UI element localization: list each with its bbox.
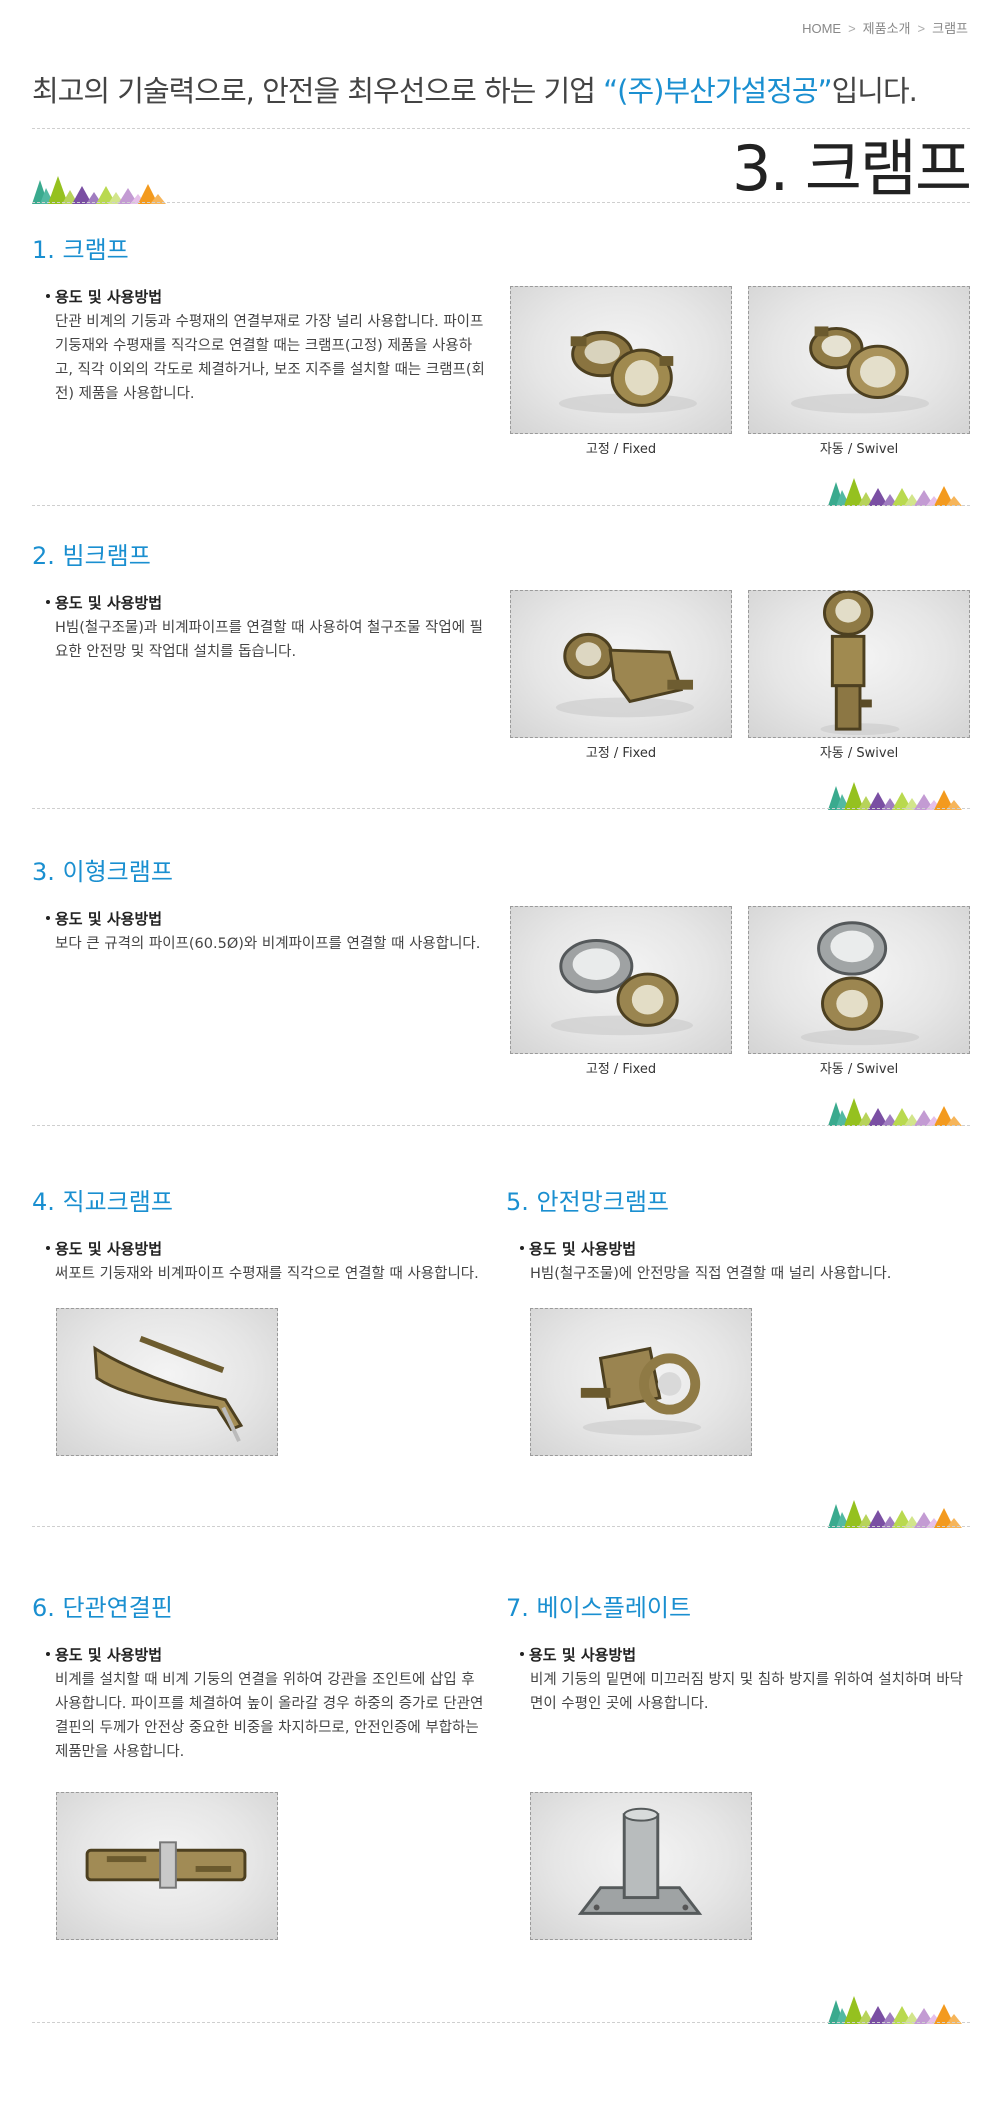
usage-description: 비계 기둥의 밑면에 미끄러짐 방지 및 침하 방지를 위하여 설치하며 바닥 … (530, 1672, 963, 1712)
product-photo-variant-clamp-swivel (748, 906, 970, 1054)
caption-fixed: 고정 / Fixed (585, 442, 657, 457)
company-tagline: 최고의 기술력으로, 안전을 최우선으로 하는 기업 “(주)부산가설정공”입니… (32, 68, 918, 110)
chevron-right-icon: > (917, 21, 926, 36)
divider (32, 808, 970, 809)
mountain-decoration-icon (32, 176, 166, 204)
usage-description: 비계를 설치할 때 비계 기둥의 연결을 위하여 강관을 조인트에 삽입 후 사… (55, 1672, 484, 1760)
variant-clamp-swivel-icon (800, 921, 920, 1046)
mountain-decoration-icon (828, 478, 962, 506)
breadcrumb-current: 크램프 (932, 21, 968, 36)
caption-fixed: 고정 / Fixed (585, 1062, 657, 1077)
pipe-connector-pin-icon (85, 1841, 247, 1889)
usage-description: H빔(철구조물)과 비계파이프를 연결할 때 사용하여 철구조물 작업에 필요한… (55, 620, 483, 660)
caption-swivel: 자동 / Swivel (819, 746, 899, 761)
usage-heading: 용도 및 사용방법 (520, 1644, 636, 1665)
usage-heading: 용도 및 사용방법 (46, 1238, 162, 1259)
clamp-fixed-icon (558, 330, 697, 414)
orthogonal-clamp-icon (93, 1335, 244, 1443)
usage-description: 단관 비계의 기둥과 수평재의 연결부재로 가장 널리 사용합니다. 파이프 기… (55, 314, 485, 402)
breadcrumb-home[interactable]: HOME (802, 21, 841, 36)
clamp-swivel-icon (790, 326, 930, 414)
variant-clamp-fixed-icon (550, 939, 694, 1036)
divider (32, 505, 970, 506)
product-photo-variant-clamp-fixed (510, 906, 732, 1054)
divider (32, 1125, 970, 1126)
section-title-safety-net-clamp: 5. 안전망크램프 (506, 1188, 670, 1216)
product-photo-safety-net-clamp (530, 1308, 752, 1456)
section-title-variant-clamp: 3. 이형크램프 (32, 858, 173, 886)
mountain-decoration-icon (828, 1500, 962, 1528)
mountain-decoration-icon (828, 1098, 962, 1126)
tagline-prefix: 최고의 기술력으로, 안전을 최우선으로 하는 기업 (32, 74, 604, 108)
base-plate-icon (577, 1807, 703, 1915)
mountain-decoration-icon (828, 782, 962, 810)
usage-heading: 용도 및 사용방법 (46, 908, 162, 929)
page-title: 3. 크램프 (732, 132, 972, 205)
product-photo-clamp-swivel (748, 286, 970, 434)
section-title-pipe-connector-pin: 6. 단관연결핀 (32, 1594, 173, 1622)
divider (32, 2022, 970, 2023)
product-photo-beam-clamp-swivel (748, 590, 970, 738)
divider (32, 202, 970, 203)
safety-net-clamp-icon (580, 1346, 702, 1436)
section-title-beam-clamp: 2. 빔크램프 (32, 542, 151, 570)
caption-swivel: 자동 / Swivel (819, 1062, 899, 1077)
usage-heading: 용도 및 사용방법 (46, 286, 162, 307)
chevron-right-icon: > (848, 21, 856, 36)
product-photo-orthogonal-clamp (56, 1308, 278, 1456)
breadcrumb-product-intro[interactable]: 제품소개 (863, 21, 911, 36)
section-title-clamp: 1. 크램프 (32, 236, 129, 264)
section-title-orthogonal-clamp: 4. 직교크램프 (32, 1188, 173, 1216)
usage-heading: 용도 및 사용방법 (520, 1238, 636, 1259)
usage-heading: 용도 및 사용방법 (46, 1644, 162, 1665)
beam-clamp-fixed-icon (555, 632, 694, 718)
usage-description: 써포트 기둥재와 비계파이프 수평재를 직각으로 연결할 때 사용합니다. (55, 1266, 479, 1282)
usage-description: H빔(철구조물)에 안전망을 직접 연결할 때 널리 사용합니다. (530, 1266, 892, 1282)
tagline-suffix: 입니다. (831, 74, 918, 108)
usage-heading: 용도 및 사용방법 (46, 592, 162, 613)
usage-description: 보다 큰 규격의 파이프(60.5Ø)와 비계파이프를 연결할 때 사용합니다. (55, 936, 481, 952)
divider (32, 1526, 970, 1527)
product-photo-base-plate (530, 1792, 752, 1940)
product-photo-pipe-connector-pin (56, 1792, 278, 1940)
product-photo-clamp-fixed (510, 286, 732, 434)
breadcrumb: HOME > 제품소개 > 크램프 (800, 18, 970, 37)
section-title-base-plate: 7. 베이스플레이트 (506, 1594, 692, 1622)
beam-clamp-swivel-icon (820, 591, 900, 736)
caption-fixed: 고정 / Fixed (585, 746, 657, 761)
mountain-decoration-icon (828, 1996, 962, 2024)
tagline-brand: “(주)부산가설정공” (603, 74, 832, 108)
caption-swivel: 자동 / Swivel (819, 442, 899, 457)
product-photo-beam-clamp-fixed (510, 590, 732, 738)
